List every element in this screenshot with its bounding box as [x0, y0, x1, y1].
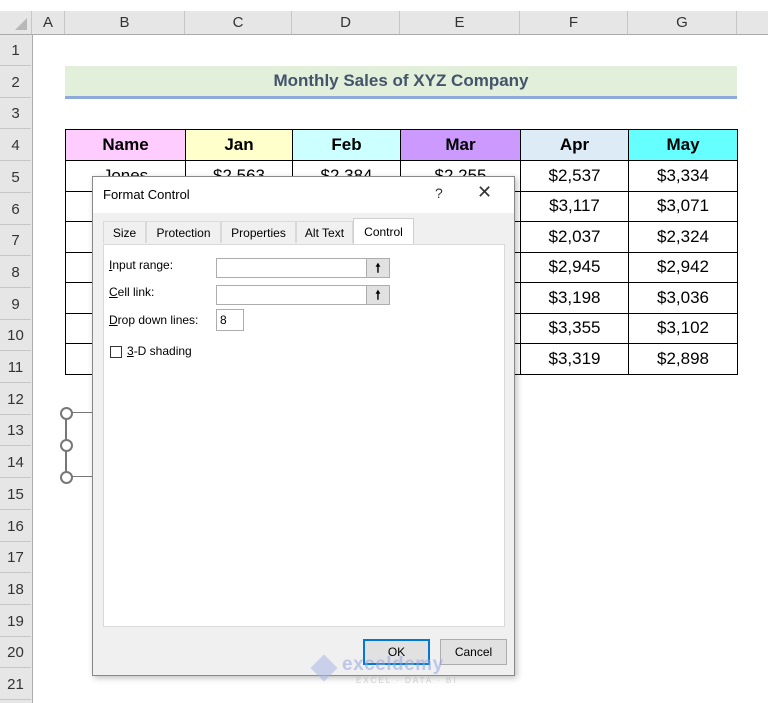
cell-apr[interactable]: $3,198 [520, 282, 629, 314]
tab-properties[interactable]: Properties [221, 221, 296, 243]
cell-apr[interactable]: $2,945 [520, 251, 629, 283]
column-header-b[interactable]: B [65, 11, 185, 34]
resize-handle-bottom-left[interactable] [60, 471, 73, 484]
dialog-titlebar[interactable]: Format Control ? ✕ [93, 177, 514, 213]
row-header-13[interactable]: 13 [0, 415, 31, 447]
accel-key: C [109, 285, 118, 299]
row-header-14[interactable]: 14 [0, 447, 31, 479]
drop-down-lines-label: Drop down lines: [109, 313, 198, 327]
cell-may[interactable]: $3,102 [628, 312, 738, 344]
control-tab-panel: Input range: 🠕 Cell link: 🠕 Drop down li… [103, 244, 505, 627]
input-range-field[interactable]: 🠕 [216, 258, 390, 278]
header-mar[interactable]: Mar [400, 129, 521, 161]
row-header-4[interactable]: 4 [0, 130, 31, 162]
row-header-15[interactable]: 15 [0, 479, 31, 510]
help-button[interactable]: ? [435, 185, 443, 201]
row-header-9[interactable]: 9 [0, 289, 31, 320]
row-header-8[interactable]: 8 [0, 257, 31, 288]
row-header-18[interactable]: 18 [0, 574, 31, 605]
cell-may[interactable]: $2,942 [628, 251, 738, 283]
cell-may[interactable]: $3,071 [628, 190, 738, 222]
label-text: ell link: [117, 285, 155, 299]
row-header-11[interactable]: 11 [0, 352, 31, 383]
cell-apr[interactable]: $2,537 [520, 160, 629, 192]
select-all-triangle-icon [15, 18, 27, 30]
row-header-7[interactable]: 7 [0, 225, 31, 257]
tab-protection[interactable]: Protection [146, 221, 221, 243]
cell-apr[interactable]: $2,037 [520, 221, 629, 253]
label-text: rop down lines: [117, 313, 199, 327]
input-range-label: Input range: [109, 258, 173, 272]
column-header-c[interactable]: C [185, 11, 292, 34]
resize-handle-middle-left[interactable] [60, 439, 73, 452]
header-feb[interactable]: Feb [292, 129, 401, 161]
dialog-title: Format Control [103, 187, 190, 202]
row-header-6[interactable]: 6 [0, 194, 31, 225]
collapse-dialog-icon[interactable]: 🠕 [366, 286, 389, 304]
select-all-button[interactable] [0, 11, 32, 34]
column-header-a[interactable]: A [32, 11, 65, 34]
column-header-d[interactable]: D [292, 11, 400, 34]
row-header-3[interactable]: 3 [0, 98, 31, 130]
header-may[interactable]: May [628, 129, 738, 161]
cell-link-field[interactable]: 🠕 [216, 285, 390, 305]
row-header-12[interactable]: 12 [0, 384, 31, 415]
cancel-button[interactable]: Cancel [440, 639, 507, 665]
format-control-dialog: Format Control ? ✕ Size Protection Prope… [92, 176, 515, 676]
cell-may[interactable]: $2,324 [628, 221, 738, 253]
tab-size[interactable]: Size [103, 221, 146, 243]
header-jan[interactable]: Jan [185, 129, 293, 161]
row-header-2[interactable]: 2 [0, 67, 31, 98]
row-header-21[interactable]: 21 [0, 669, 31, 700]
accel-key: D [109, 313, 118, 327]
header-apr[interactable]: Apr [520, 129, 629, 161]
cell-may[interactable]: $3,036 [628, 282, 738, 314]
column-header-g[interactable]: G [628, 11, 737, 34]
sheet-title: Monthly Sales of XYZ Company [65, 66, 737, 99]
resize-handle-top-left[interactable] [60, 407, 73, 420]
cell-link-label: Cell link: [109, 285, 154, 299]
column-header-f[interactable]: F [520, 11, 628, 34]
column-header-bar: A B C D E F G [0, 0, 768, 35]
header-name[interactable]: Name [65, 129, 186, 161]
3d-shading-label[interactable]: 3-D shading [127, 344, 192, 358]
table-header-row: Name Jan Feb Mar Apr May [65, 129, 738, 161]
cell-may[interactable]: $3,334 [628, 160, 738, 192]
row-header-10[interactable]: 10 [0, 320, 31, 352]
close-icon[interactable]: ✕ [477, 182, 492, 203]
column-header-e[interactable]: E [400, 11, 520, 34]
drop-down-lines-input[interactable]: 8 [216, 309, 244, 331]
collapse-dialog-icon[interactable]: 🠕 [366, 259, 389, 277]
3d-shading-checkbox[interactable] [110, 346, 122, 358]
label-text: nput range: [112, 258, 174, 272]
cell-apr[interactable]: $3,355 [520, 312, 629, 344]
row-header-5[interactable]: 5 [0, 162, 31, 193]
row-header-16[interactable]: 16 [0, 511, 31, 542]
row-header-20[interactable]: 20 [0, 637, 31, 669]
row-header-17[interactable]: 17 [0, 542, 31, 574]
tab-control[interactable]: Control [353, 218, 414, 244]
tab-alt-text[interactable]: Alt Text [296, 221, 353, 243]
accel-key: 3 [127, 344, 134, 358]
cell-apr[interactable]: $3,319 [520, 343, 629, 375]
row-header-1[interactable]: 1 [0, 35, 31, 66]
watermark-brand: exceldemy [342, 654, 444, 675]
label-text: -D shading [133, 344, 192, 358]
cell-apr[interactable]: $3,117 [520, 190, 629, 222]
ribbon-strip [0, 0, 768, 11]
row-header-bar: 1 2 3 4 5 6 7 8 9 10 11 12 13 14 15 16 17 18 19 20 21 [0, 35, 33, 703]
row-header-19[interactable]: 19 [0, 606, 31, 637]
cell-may[interactable]: $2,898 [628, 343, 738, 375]
watermark-tagline: EXCEL · DATA · BI [356, 676, 458, 685]
